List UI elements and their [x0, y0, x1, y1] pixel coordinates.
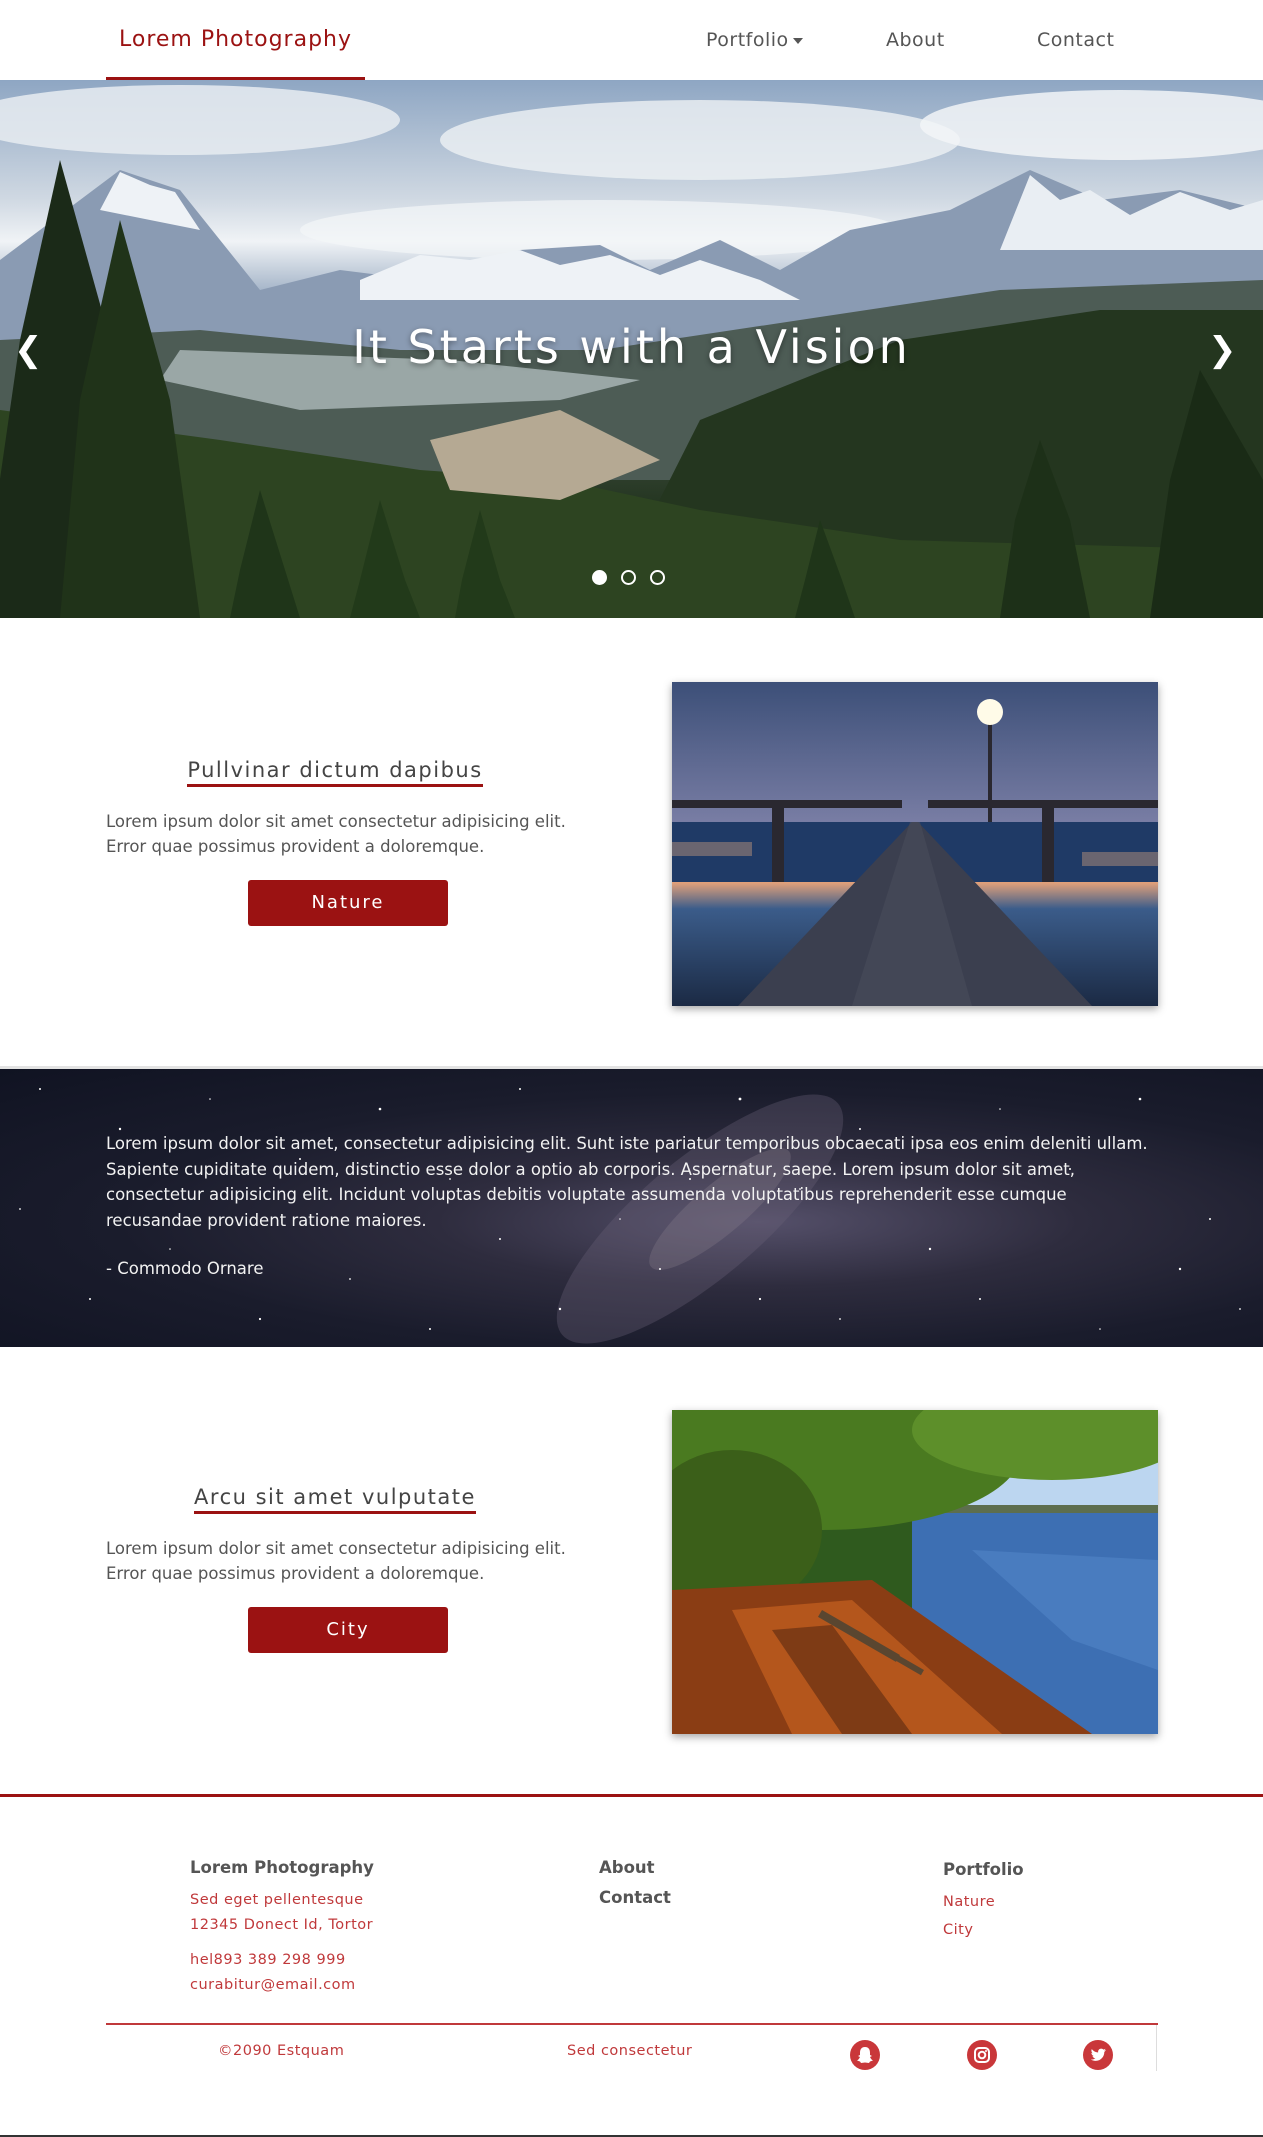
footer-address-line1: Sed eget pellentesque [190, 1892, 364, 1908]
quote-section: Lorem ipsum dolor sit amet, consectetur … [0, 1069, 1263, 1347]
pier-photo [672, 682, 1158, 1006]
footer-vertical-divider [1156, 2025, 1157, 2071]
footer-address-line2: 12345 Donect Id, Tortor [190, 1917, 374, 1933]
nav-contact[interactable]: Contact [1037, 0, 1114, 80]
lakeside-photo [672, 1410, 1158, 1734]
footer-link-city[interactable]: City [943, 1922, 973, 1938]
footer-email[interactable]: curabitur@email.com [190, 1977, 356, 1993]
footer-top-border [0, 1794, 1263, 1797]
brand-logo[interactable]: Lorem Photography [106, 0, 365, 80]
nature-button[interactable]: Nature [248, 880, 448, 926]
nav-portfolio-dropdown[interactable]: Portfolio [706, 0, 803, 80]
feature-title-text: Arcu sit amet vulputate [194, 1485, 476, 1514]
nav-portfolio-label: Portfolio [706, 29, 789, 51]
instagram-icon[interactable] [967, 2040, 997, 2070]
caret-down-icon [792, 37, 803, 44]
carousel-indicators [592, 570, 679, 589]
city-button[interactable]: City [248, 1607, 448, 1653]
feature-title: Arcu sit amet vulputate [106, 1485, 564, 1514]
twitter-icon[interactable] [1083, 2040, 1113, 2070]
feature-title-text: Pullvinar dictum dapibus [187, 758, 483, 787]
nav-about[interactable]: About [886, 0, 945, 80]
snapchat-icon[interactable] [850, 2040, 880, 2070]
feature-title: Pullvinar dictum dapibus [106, 758, 564, 787]
feature-text: Lorem ipsum dolor sit amet consectetur a… [106, 1539, 566, 1583]
footer-phone[interactable]: hel893 389 298 999 [190, 1952, 346, 1968]
footer-copyright: ©2090 Estquam [218, 2043, 345, 2059]
chevron-right-icon[interactable]: ❯ [1208, 330, 1237, 370]
carousel-dot[interactable] [621, 570, 636, 585]
feature-text: Lorem ipsum dolor sit amet consectetur a… [106, 812, 566, 856]
footer-company-name: Lorem Photography [190, 1858, 374, 1877]
footer-link-nature[interactable]: Nature [943, 1894, 995, 1910]
quote-author: - Commodo Ornare [106, 1259, 264, 1278]
chevron-left-icon[interactable]: ❮ [14, 330, 43, 370]
carousel-dot[interactable] [650, 570, 665, 585]
navbar: Lorem Photography Portfolio About Contac… [0, 0, 1263, 80]
footer-link-about[interactable]: About [599, 1858, 655, 1877]
footer-tagline: Sed consectetur [567, 2043, 693, 2059]
footer-portfolio-heading: Portfolio [943, 1860, 1024, 1879]
footer-link-contact[interactable]: Contact [599, 1888, 671, 1907]
quote-text: Lorem ipsum dolor sit amet, consectetur … [106, 1134, 1148, 1230]
footer-divider [106, 2023, 1158, 2025]
carousel-dot[interactable] [592, 570, 607, 585]
hero-carousel: It Starts with a Vision ❮ ❯ [0, 80, 1263, 618]
hero-title: It Starts with a Vision [352, 320, 911, 374]
